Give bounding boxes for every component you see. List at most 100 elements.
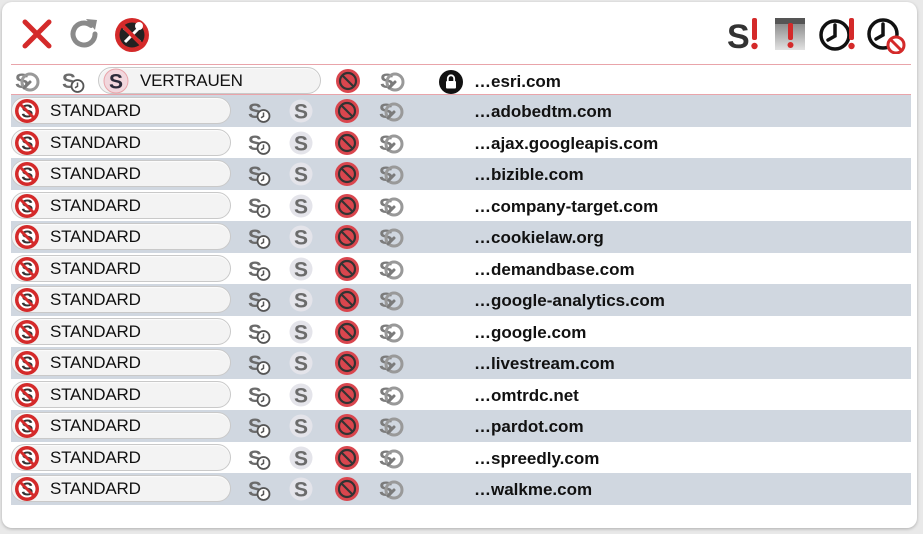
untrusted-preset-icon[interactable] <box>334 161 360 187</box>
temporary-trust-icon[interactable] <box>246 161 272 187</box>
site-domain: …livestream.com <box>474 354 615 373</box>
custom-preset-icon[interactable] <box>378 98 404 124</box>
site-row: STANDARD …google-analytics.com <box>11 284 911 316</box>
site-domain: …bizible.com <box>474 165 584 184</box>
untrusted-preset-icon[interactable] <box>334 382 360 408</box>
temporary-trust-icon[interactable] <box>246 224 272 250</box>
toolbar: S <box>2 2 917 62</box>
custom-preset-icon[interactable] <box>378 287 404 313</box>
trusted-preset-icon[interactable] <box>288 413 314 439</box>
trusted-preset-icon[interactable] <box>288 382 314 408</box>
reload-icon[interactable] <box>64 14 104 54</box>
site-row-esri: VERTRAUEN …esri.com <box>11 64 911 95</box>
clock-warning-icon[interactable] <box>818 14 858 54</box>
custom-preset-icon[interactable] <box>378 382 404 408</box>
temporary-trust-icon[interactable] <box>246 445 272 471</box>
site-domain: …google.com <box>474 322 587 342</box>
no-tools-icon[interactable] <box>112 14 152 54</box>
temporary-trust-icon[interactable] <box>246 256 272 282</box>
svg-text:S: S <box>727 18 750 54</box>
default-preset-label: STANDARD <box>50 258 141 278</box>
trusted-preset-icon[interactable] <box>288 319 314 345</box>
temporary-trust-icon[interactable] <box>246 476 272 502</box>
trusted-preset-icon[interactable] <box>288 224 314 250</box>
page-warning-icon[interactable] <box>771 14 811 54</box>
default-preset-label: STANDARD <box>50 195 141 215</box>
trusted-preset-icon[interactable] <box>288 476 314 502</box>
default-preset-icon <box>14 161 40 187</box>
site-row: STANDARD …walkme.com <box>11 473 911 505</box>
custom-preset-icon[interactable] <box>379 68 405 94</box>
site-domain: …esri.com <box>474 72 561 91</box>
default-preset-label: STANDARD <box>50 227 141 246</box>
default-preset-icon <box>14 413 40 439</box>
custom-preset-icon[interactable] <box>378 161 404 187</box>
temporary-trust-icon[interactable] <box>246 350 272 376</box>
trusted-preset-icon[interactable] <box>288 256 314 282</box>
untrusted-preset-icon[interactable] <box>334 287 360 313</box>
default-preset-icon[interactable] <box>14 68 40 94</box>
clock-blocked-icon[interactable] <box>866 14 906 54</box>
default-preset-icon <box>14 476 40 502</box>
site-domain: …google-analytics.com <box>474 291 665 310</box>
site-row: STANDARD …livestream.com <box>11 347 911 379</box>
temporary-trust-icon[interactable] <box>246 413 272 439</box>
site-row: STANDARD …company-target.com <box>11 190 911 222</box>
site-domain: …pardot.com <box>474 417 584 436</box>
untrusted-preset-icon[interactable] <box>335 68 361 94</box>
custom-preset-icon[interactable] <box>378 256 404 282</box>
trusted-preset-icon[interactable] <box>288 130 314 156</box>
untrusted-preset-icon[interactable] <box>334 413 360 439</box>
site-domain: …omtrdc.net <box>474 385 579 405</box>
site-domain: …demandbase.com <box>474 259 635 279</box>
untrusted-preset-icon[interactable] <box>334 224 360 250</box>
custom-preset-icon[interactable] <box>378 413 404 439</box>
site-domain: …walkme.com <box>474 480 593 499</box>
trusted-preset-icon[interactable] <box>288 98 314 124</box>
trusted-preset-icon[interactable] <box>288 350 314 376</box>
untrusted-preset-icon[interactable] <box>334 445 360 471</box>
trusted-preset-icon[interactable] <box>288 161 314 187</box>
custom-preset-icon[interactable] <box>378 445 404 471</box>
site-list: VERTRAUEN …esri.com STANDARD …adobedtm.c… <box>11 64 911 505</box>
temporary-trust-icon[interactable] <box>246 287 272 313</box>
temporary-trust-icon[interactable] <box>246 130 272 156</box>
lock-icon[interactable] <box>438 69 464 95</box>
custom-preset-icon[interactable] <box>378 193 404 219</box>
site-row: STANDARD …cookielaw.org <box>11 221 911 253</box>
untrusted-preset-icon[interactable] <box>334 130 360 156</box>
default-preset-icon <box>14 445 40 471</box>
close-icon[interactable] <box>17 14 57 54</box>
default-preset-icon <box>14 130 40 156</box>
temporary-trust-icon[interactable] <box>246 98 272 124</box>
default-preset-icon <box>14 224 40 250</box>
trusted-preset-icon[interactable] <box>288 445 314 471</box>
custom-preset-icon[interactable] <box>378 350 404 376</box>
default-preset-icon <box>14 319 40 345</box>
untrusted-preset-icon[interactable] <box>334 256 360 282</box>
untrusted-preset-icon[interactable] <box>334 193 360 219</box>
temporary-trust-icon[interactable] <box>246 382 272 408</box>
trusted-preset-icon[interactable] <box>288 193 314 219</box>
default-preset-label: STANDARD <box>50 447 141 467</box>
default-preset-label: STANDARD <box>50 290 141 309</box>
site-domain: …ajax.googleapis.com <box>474 133 659 153</box>
default-preset-icon <box>14 98 40 124</box>
custom-preset-icon[interactable] <box>378 319 404 345</box>
custom-preset-icon[interactable] <box>378 130 404 156</box>
untrusted-preset-icon[interactable] <box>334 319 360 345</box>
temporary-trust-icon[interactable] <box>246 319 272 345</box>
script-warning-icon[interactable]: S <box>724 14 764 54</box>
default-preset-label: STANDARD <box>50 101 141 120</box>
untrusted-preset-icon[interactable] <box>334 98 360 124</box>
site-domain: …spreedly.com <box>474 448 600 468</box>
temporary-trust-icon[interactable] <box>246 193 272 219</box>
untrusted-preset-icon[interactable] <box>334 350 360 376</box>
trusted-preset-icon[interactable] <box>288 287 314 313</box>
custom-preset-icon[interactable] <box>378 224 404 250</box>
temporary-trust-icon[interactable] <box>60 68 86 94</box>
scrollbar[interactable] <box>911 62 917 528</box>
site-row: STANDARD …pardot.com <box>11 410 911 442</box>
untrusted-preset-icon[interactable] <box>334 476 360 502</box>
custom-preset-icon[interactable] <box>378 476 404 502</box>
